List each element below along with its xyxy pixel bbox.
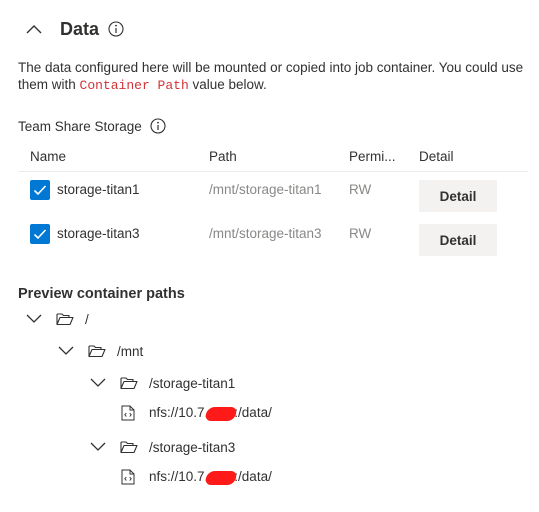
team-share-table: Name Path Permi... Detail storage-titan1… bbox=[18, 144, 528, 256]
row-permission: RW bbox=[349, 226, 372, 241]
preview-container-paths-title: Preview container paths bbox=[18, 286, 185, 302]
section-description: The data configured here will be mounted… bbox=[18, 59, 533, 94]
nfs-path-prefix: nfs://10.7. bbox=[149, 405, 209, 421]
checkmark-icon bbox=[33, 185, 47, 196]
table-row: storage-titan1 /mnt/storage-titan1 RW De… bbox=[18, 172, 528, 216]
section-title: Data bbox=[60, 18, 100, 39]
chevron-down-icon[interactable] bbox=[89, 377, 107, 389]
row-name: storage-titan3 bbox=[57, 226, 140, 241]
team-share-storage-label: Team Share Storage bbox=[18, 118, 142, 134]
tree-label-mnt: /mnt bbox=[117, 343, 144, 359]
table-header: Name Path Permi... Detail bbox=[18, 144, 528, 172]
folder-open-icon bbox=[56, 312, 74, 326]
tree-label-nfs-file: nfs://10.7. :/data/ bbox=[149, 469, 272, 485]
folder-open-icon bbox=[88, 344, 106, 358]
data-section-panel: Data The data configured here will be mo… bbox=[0, 0, 539, 512]
tree-label-root: / bbox=[85, 311, 89, 327]
row-path: /mnt/storage-titan3 bbox=[209, 226, 322, 241]
column-header-path[interactable]: Path bbox=[209, 149, 237, 164]
code-file-icon bbox=[121, 469, 135, 485]
detail-button[interactable]: Detail bbox=[419, 180, 497, 212]
team-share-storage-label-row: Team Share Storage bbox=[18, 116, 166, 136]
tree-node-nfs-file[interactable]: nfs://10.7. :/data/ bbox=[121, 467, 272, 487]
section-header: Data bbox=[24, 14, 124, 44]
tree-node-nfs-file[interactable]: nfs://10.7. :/data/ bbox=[121, 403, 272, 423]
tree-label-nfs-file: nfs://10.7. :/data/ bbox=[149, 405, 272, 421]
chevron-up-icon[interactable] bbox=[24, 19, 44, 39]
table-row: storage-titan3 /mnt/storage-titan3 RW De… bbox=[18, 216, 528, 260]
detail-button[interactable]: Detail bbox=[419, 224, 497, 256]
info-icon[interactable] bbox=[150, 118, 166, 134]
row-name: storage-titan1 bbox=[57, 182, 140, 197]
checkbox-storage-titan3[interactable] bbox=[30, 224, 50, 244]
nfs-path-prefix: nfs://10.7. bbox=[149, 469, 209, 485]
row-permission: RW bbox=[349, 182, 372, 197]
column-header-permission[interactable]: Permi... bbox=[349, 149, 396, 164]
folder-open-icon bbox=[120, 376, 138, 390]
tree-label-storage-titan3: /storage-titan3 bbox=[149, 439, 236, 455]
info-icon[interactable] bbox=[108, 21, 124, 37]
folder-open-icon bbox=[120, 440, 138, 454]
container-path-code: Container Path bbox=[79, 78, 189, 93]
tree-node-mnt[interactable]: /mnt bbox=[57, 341, 143, 361]
column-header-name[interactable]: Name bbox=[30, 149, 66, 164]
code-file-icon bbox=[121, 405, 135, 421]
checkbox-storage-titan1[interactable] bbox=[30, 180, 50, 200]
nfs-path-suffix: :/data/ bbox=[234, 405, 272, 421]
tree-node-root[interactable]: / bbox=[25, 309, 89, 329]
tree-label-storage-titan1: /storage-titan1 bbox=[149, 375, 236, 391]
row-path: /mnt/storage-titan1 bbox=[209, 182, 322, 197]
chevron-down-icon[interactable] bbox=[89, 441, 107, 453]
description-text-end: value below. bbox=[188, 77, 267, 92]
tree-node-storage-titan1[interactable]: /storage-titan1 bbox=[89, 373, 235, 393]
column-header-detail[interactable]: Detail bbox=[419, 149, 454, 164]
nfs-path-suffix: :/data/ bbox=[234, 469, 272, 485]
checkmark-icon bbox=[33, 229, 47, 240]
chevron-down-icon[interactable] bbox=[57, 345, 75, 357]
tree-node-storage-titan3[interactable]: /storage-titan3 bbox=[89, 437, 235, 457]
chevron-down-icon[interactable] bbox=[25, 313, 43, 325]
